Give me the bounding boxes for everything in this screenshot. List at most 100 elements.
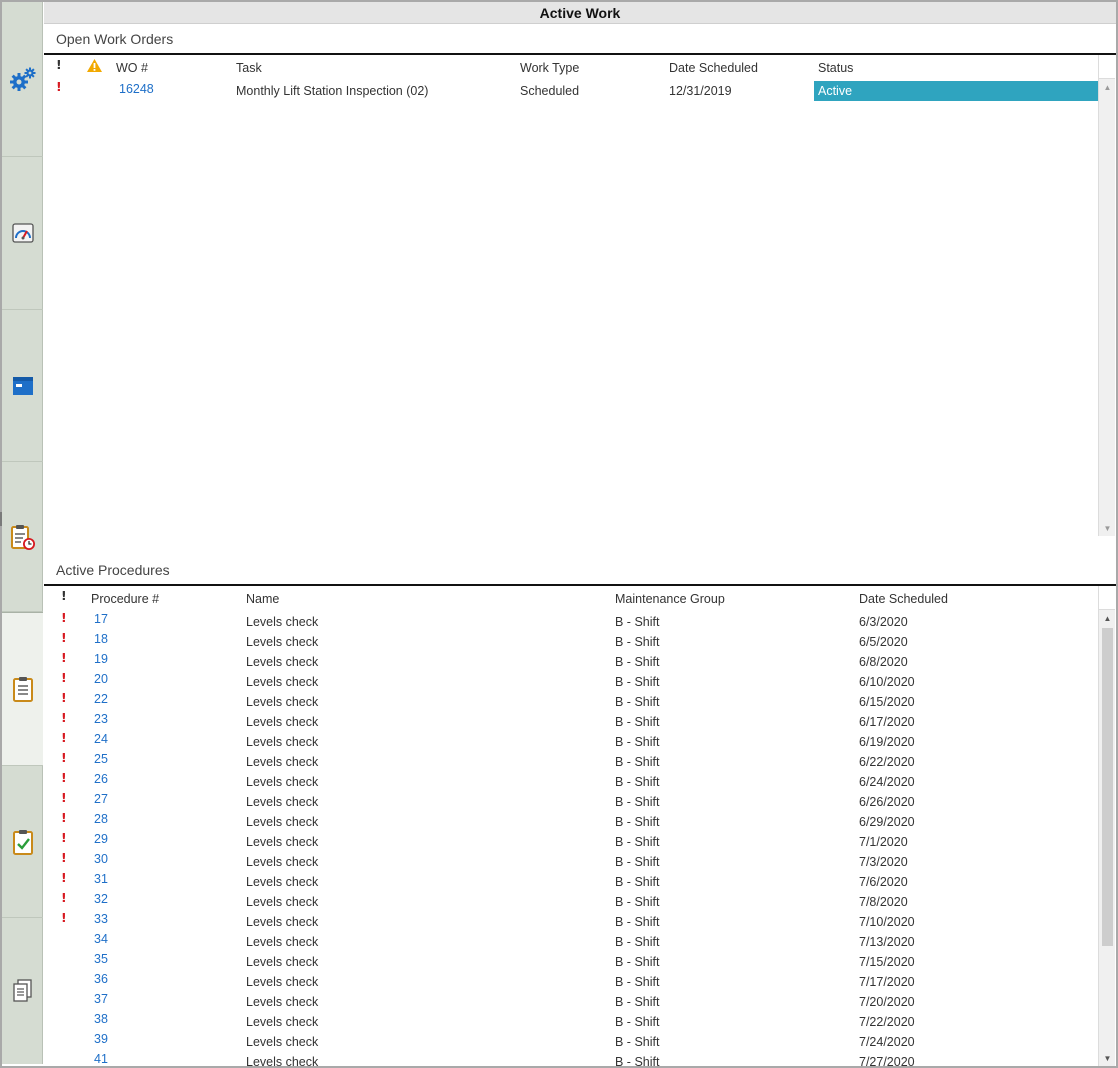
rail-resize-grip[interactable]: [0, 512, 2, 526]
rail-item-active-procedures[interactable]: [2, 612, 43, 766]
procedure-name-cell: Levels check: [246, 835, 319, 849]
procedure-number-link[interactable]: 31: [94, 872, 108, 886]
procedure-row[interactable]: ! 28 Levels check B - Shift 6/29/2020: [44, 810, 1098, 832]
scrollbar-thumb[interactable]: [1102, 628, 1113, 946]
procedure-row[interactable]: ! 18 Levels check B - Shift 6/5/2020: [44, 630, 1098, 652]
procedure-number-column-header[interactable]: Procedure #: [91, 592, 159, 606]
procedure-row[interactable]: ! 23 Levels check B - Shift 6/17/2020: [44, 710, 1098, 732]
procedure-name-cell: Levels check: [246, 915, 319, 929]
procedure-row[interactable]: ! 30 Levels check B - Shift 7/3/2020: [44, 850, 1098, 872]
rail-item-work-orders[interactable]: [2, 2, 43, 157]
procedure-number-link[interactable]: 36: [94, 972, 108, 986]
procedure-number-link[interactable]: 39: [94, 1032, 108, 1046]
maintenance-group-cell: B - Shift: [615, 775, 660, 789]
priority-column-header[interactable]: !: [61, 588, 67, 603]
procedure-number-link[interactable]: 34: [94, 932, 108, 946]
procedure-name-cell: Levels check: [246, 895, 319, 909]
name-column-header[interactable]: Name: [246, 592, 279, 606]
date-scheduled-column-header[interactable]: Date Scheduled: [859, 592, 948, 606]
task-column-header[interactable]: Task: [236, 61, 262, 75]
procedure-row[interactable]: 38 Levels check B - Shift 7/22/2020: [44, 1012, 1098, 1032]
procedures-header: ! Procedure # Name Maintenance Group Dat…: [44, 586, 1098, 610]
procedure-number-link[interactable]: 37: [94, 992, 108, 1006]
procedure-number-link[interactable]: 18: [94, 632, 108, 646]
rail-item-scheduled-procedures[interactable]: [2, 462, 43, 612]
maintenance-group-cell: B - Shift: [615, 915, 660, 929]
procedure-number-link[interactable]: 29: [94, 832, 108, 846]
rail-item-completed[interactable]: [2, 766, 43, 918]
date-scheduled-column-header[interactable]: Date Scheduled: [669, 61, 758, 75]
procedure-number-link[interactable]: 22: [94, 692, 108, 706]
date-scheduled-cell: 6/3/2020: [859, 615, 908, 629]
status-column-header[interactable]: Status: [818, 61, 853, 75]
priority-flag: !: [61, 890, 67, 905]
procedure-row[interactable]: 37 Levels check B - Shift 7/20/2020: [44, 992, 1098, 1012]
procedures-scrollbar[interactable]: ▲ ▼: [1098, 610, 1115, 1066]
procedure-row[interactable]: ! 19 Levels check B - Shift 6/8/2020: [44, 650, 1098, 672]
procedure-row[interactable]: 39 Levels check B - Shift 7/24/2020: [44, 1032, 1098, 1052]
priority-flag: !: [61, 830, 67, 845]
procedure-number-link[interactable]: 26: [94, 772, 108, 786]
priority-column-header[interactable]: !: [56, 57, 62, 72]
wo-number-column-header[interactable]: WO #: [116, 61, 148, 75]
maintenance-group-cell: B - Shift: [615, 995, 660, 1009]
procedure-number-link[interactable]: 20: [94, 672, 108, 686]
procedure-number-link[interactable]: 17: [94, 612, 108, 626]
procedure-row[interactable]: 41 Levels check B - Shift 7/27/2020: [44, 1052, 1098, 1068]
maintenance-group-cell: B - Shift: [615, 675, 660, 689]
procedure-row[interactable]: ! 25 Levels check B - Shift 6/22/2020: [44, 750, 1098, 772]
maintenance-group-cell: B - Shift: [615, 795, 660, 809]
procedure-number-link[interactable]: 24: [94, 732, 108, 746]
procedure-number-link[interactable]: 19: [94, 652, 108, 666]
procedure-row[interactable]: ! 26 Levels check B - Shift 6/24/2020: [44, 770, 1098, 792]
procedure-row[interactable]: ! 22 Levels check B - Shift 6/15/2020: [44, 690, 1098, 712]
procedure-row[interactable]: 35 Levels check B - Shift 7/15/2020: [44, 952, 1098, 972]
warning-column-header[interactable]: [86, 58, 103, 76]
work-type-column-header[interactable]: Work Type: [520, 61, 579, 75]
date-scheduled-cell: 7/6/2020: [859, 875, 908, 889]
procedure-name-cell: Levels check: [246, 875, 319, 889]
work-orders-scrollbar[interactable]: ▲ ▼: [1098, 79, 1115, 536]
rail-item-window[interactable]: [2, 310, 43, 462]
procedure-row[interactable]: ! 31 Levels check B - Shift 7/6/2020: [44, 870, 1098, 892]
rail-item-gauge[interactable]: [2, 157, 43, 310]
procedure-row[interactable]: 34 Levels check B - Shift 7/13/2020: [44, 932, 1098, 952]
procedure-number-link[interactable]: 25: [94, 752, 108, 766]
scroll-down-arrow-icon[interactable]: ▼: [1099, 520, 1116, 536]
procedure-row[interactable]: ! 24 Levels check B - Shift 6/19/2020: [44, 730, 1098, 752]
procedure-number-link[interactable]: 28: [94, 812, 108, 826]
procedure-number-link[interactable]: 41: [94, 1052, 108, 1066]
procedure-number-link[interactable]: 30: [94, 852, 108, 866]
maintenance-group-column-header[interactable]: Maintenance Group: [615, 592, 725, 606]
procedure-number-link[interactable]: 33: [94, 912, 108, 926]
procedure-number-link[interactable]: 35: [94, 952, 108, 966]
procedure-row[interactable]: 36 Levels check B - Shift 7/17/2020: [44, 972, 1098, 992]
date-scheduled-cell: 6/10/2020: [859, 675, 915, 689]
rail-item-documents[interactable]: [2, 918, 43, 1064]
scroll-down-arrow-icon[interactable]: ▼: [1099, 1050, 1116, 1066]
procedure-number-link[interactable]: 23: [94, 712, 108, 726]
maintenance-group-cell: B - Shift: [615, 715, 660, 729]
date-scheduled-cell: 6/17/2020: [859, 715, 915, 729]
procedure-name-cell: Levels check: [246, 695, 319, 709]
work-order-link[interactable]: 16248: [119, 82, 154, 96]
procedure-number-link[interactable]: 32: [94, 892, 108, 906]
window-icon: [12, 376, 33, 395]
procedure-row[interactable]: ! 17 Levels check B - Shift 6/3/2020: [44, 610, 1098, 632]
date-scheduled-cell: 7/8/2020: [859, 895, 908, 909]
procedure-row[interactable]: ! 33 Levels check B - Shift 7/10/2020: [44, 910, 1098, 932]
date-scheduled-cell: 7/17/2020: [859, 975, 915, 989]
maintenance-group-cell: B - Shift: [615, 635, 660, 649]
procedure-row[interactable]: ! 20 Levels check B - Shift 6/10/2020: [44, 670, 1098, 692]
scroll-up-arrow-icon[interactable]: ▲: [1099, 79, 1116, 95]
procedure-row[interactable]: ! 27 Levels check B - Shift 6/26/2020: [44, 790, 1098, 812]
procedure-row[interactable]: ! 29 Levels check B - Shift 7/1/2020: [44, 830, 1098, 852]
procedure-number-link[interactable]: 38: [94, 1012, 108, 1026]
procedure-number-link[interactable]: 27: [94, 792, 108, 806]
date-scheduled-cell: 6/22/2020: [859, 755, 915, 769]
scroll-up-arrow-icon[interactable]: ▲: [1099, 610, 1116, 626]
maintenance-group-cell: B - Shift: [615, 855, 660, 869]
work-order-row[interactable]: ! 16248 Monthly Lift Station Inspection …: [44, 79, 1098, 101]
procedure-row[interactable]: ! 32 Levels check B - Shift 7/8/2020: [44, 890, 1098, 912]
priority-flag: !: [56, 79, 62, 94]
